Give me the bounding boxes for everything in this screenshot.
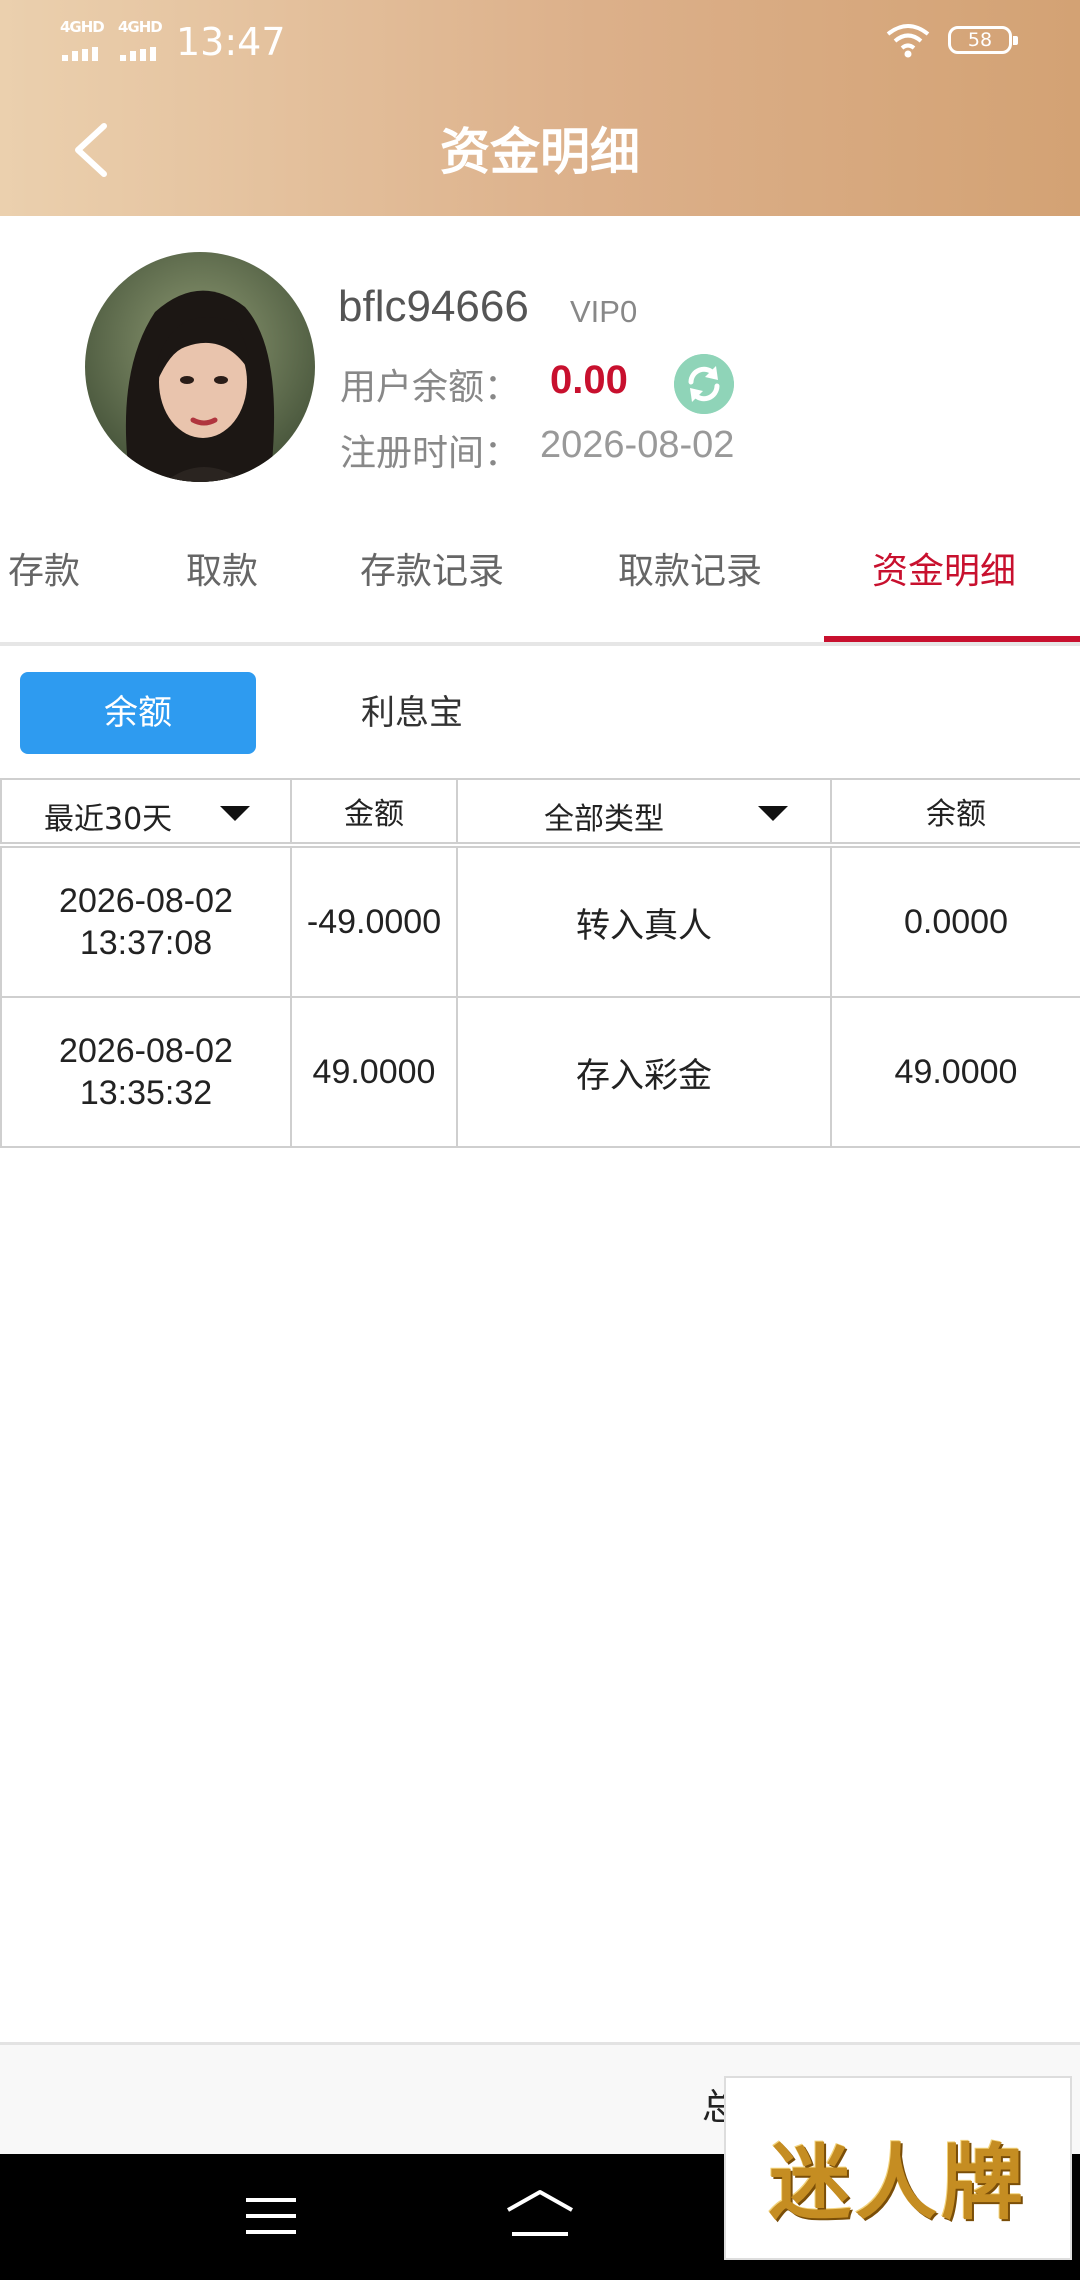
- row-amount: -49.0000: [290, 846, 458, 998]
- network-type-1: 4GHD: [60, 18, 105, 36]
- tab-deposit-records[interactable]: 存款记录: [360, 542, 504, 594]
- date-range-label: 最近30天: [44, 802, 173, 837]
- date-range-filter[interactable]: 最近30天: [0, 778, 292, 844]
- status-time: 13:47: [176, 20, 286, 64]
- row-balance: 49.0000: [830, 996, 1080, 1148]
- row-type: 转入真人: [456, 846, 832, 998]
- battery-indicator: 58: [948, 26, 1018, 54]
- register-time-label: 注册时间：: [340, 433, 521, 474]
- tab-withdraw[interactable]: 取款: [186, 542, 258, 594]
- app-header: 4GHD 4GHD 13:47 58 资金明细: [0, 0, 1080, 216]
- table-header-row: 最近30天 金额 全部类型 余额: [0, 778, 1080, 844]
- row-time: 13:37:08: [79, 924, 213, 962]
- tab-deposit[interactable]: 存款: [8, 542, 80, 594]
- row-time: 13:35:32: [79, 1074, 213, 1112]
- fund-details-table: 最近30天 金额 全部类型 余额 2026-08-02 13:37:08 -49…: [0, 778, 1080, 1148]
- status-bar: 4GHD 4GHD 13:47 58: [0, 0, 1080, 84]
- row-date: 2026-08-02: [59, 1032, 233, 1070]
- row-datetime: 2026-08-02 13:37:08: [0, 846, 292, 998]
- balance-header: 余额: [830, 778, 1080, 844]
- table-row: 2026-08-02 13:35:32 49.0000 存入彩金 49.0000: [0, 996, 1080, 1148]
- avatar: [85, 252, 315, 482]
- row-amount: 49.0000: [290, 996, 458, 1148]
- row-date: 2026-08-02: [59, 882, 233, 920]
- username: bflc94666: [338, 282, 529, 331]
- tab-withdraw-records[interactable]: 取款记录: [618, 542, 762, 594]
- subtab-interest[interactable]: 利息宝: [312, 672, 512, 754]
- page-title: 资金明细: [440, 123, 640, 181]
- table-row: 2026-08-02 13:37:08 -49.0000 转入真人 0.0000: [0, 846, 1080, 998]
- register-time-value: 2026-08-02: [540, 424, 735, 466]
- tab-bar: 存款 取款 存款记录 取款记录 资金明细: [0, 520, 1080, 646]
- subtab-balance[interactable]: 余额: [20, 672, 256, 754]
- menu-icon[interactable]: [246, 2196, 296, 2236]
- row-balance: 0.0000: [830, 846, 1080, 998]
- wifi-icon: [886, 24, 930, 58]
- signal-icon-sim2: 4GHD: [118, 18, 166, 61]
- signal-icon-sim1: 4GHD: [60, 18, 108, 61]
- tab-fund-details[interactable]: 资金明细: [872, 542, 1016, 594]
- balance-value: 0.00: [550, 358, 628, 402]
- dropdown-caret-icon: [758, 806, 788, 821]
- home-icon[interactable]: [504, 2188, 576, 2240]
- network-type-2: 4GHD: [118, 18, 163, 36]
- balance-label: 用户余额：: [340, 367, 521, 408]
- dropdown-caret-icon: [220, 806, 250, 821]
- refresh-icon[interactable]: [674, 354, 734, 414]
- row-type: 存入彩金: [456, 996, 832, 1148]
- row-datetime: 2026-08-02 13:35:32: [0, 996, 292, 1148]
- type-filter[interactable]: 全部类型: [456, 778, 832, 844]
- vip-badge: VIP0: [570, 294, 638, 329]
- watermark-logo: 迷人牌: [724, 2076, 1072, 2260]
- active-tab-underline: [824, 636, 1080, 642]
- watermark-text: 迷人牌: [768, 2135, 1027, 2231]
- amount-header: 金额: [290, 778, 458, 844]
- type-filter-label: 全部类型: [544, 802, 664, 837]
